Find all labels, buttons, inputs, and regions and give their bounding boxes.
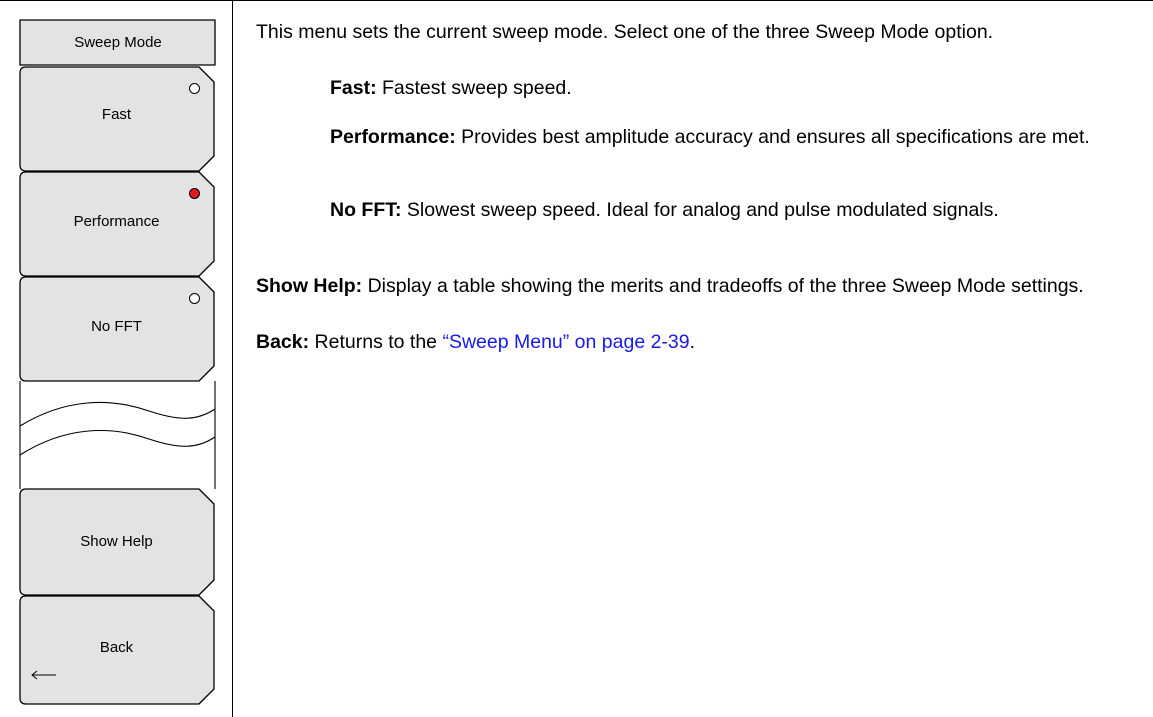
menu-title: Sweep Mode [74, 33, 162, 51]
fast-radio-indicator [189, 83, 200, 94]
no-fft-key-label: No FFT [91, 318, 142, 335]
option-desc: Slowest sweep speed. Ideal for analog an… [401, 199, 999, 221]
option-desc: Fastest sweep speed. [376, 77, 572, 99]
show-help-desc: Display a table showing the merits and t… [362, 275, 1084, 297]
fast-key-label: Fast [101, 106, 132, 123]
option-fast: Fast: Fastest sweep speed. [330, 76, 1136, 100]
option-desc: Provides best amplitude accuracy and ens… [455, 126, 1090, 148]
back-desc: Returns to the [309, 331, 443, 353]
performance-key-label: Performance [73, 213, 160, 230]
show-help-paragraph: Show Help: Display a table showing the m… [256, 274, 1136, 298]
show-help-key-label: Show Help [80, 533, 153, 550]
option-performance: Performance: Provides best amplitude acc… [330, 125, 1136, 149]
option-term: Fast: [330, 77, 377, 99]
top-rule [0, 0, 1153, 1]
option-term: Performance: [330, 126, 456, 148]
soft-key-menu: Sweep Mode Fast Performance No FFT Show … [19, 19, 216, 705]
sweep-menu-link[interactable]: “Sweep Menu” on page 2-39 [442, 331, 689, 353]
option-term: No FFT: [330, 199, 402, 221]
intro-paragraph: This menu sets the current sweep mode. S… [256, 21, 994, 43]
back-desc-end: . [689, 331, 696, 353]
no-fft-radio-indicator [189, 293, 200, 304]
option-no-fft: No FFT: Slowest sweep speed. Ideal for a… [330, 198, 1136, 222]
column-divider [232, 0, 233, 717]
show-help-term: Show Help: [256, 275, 363, 297]
back-term: Back: [256, 331, 310, 353]
back-paragraph: Back: Returns to the “Sweep Menu” on pag… [256, 330, 1136, 354]
back-key-label: Back [99, 639, 134, 656]
performance-radio-indicator [189, 188, 200, 199]
left-arrow-icon [31, 670, 56, 680]
